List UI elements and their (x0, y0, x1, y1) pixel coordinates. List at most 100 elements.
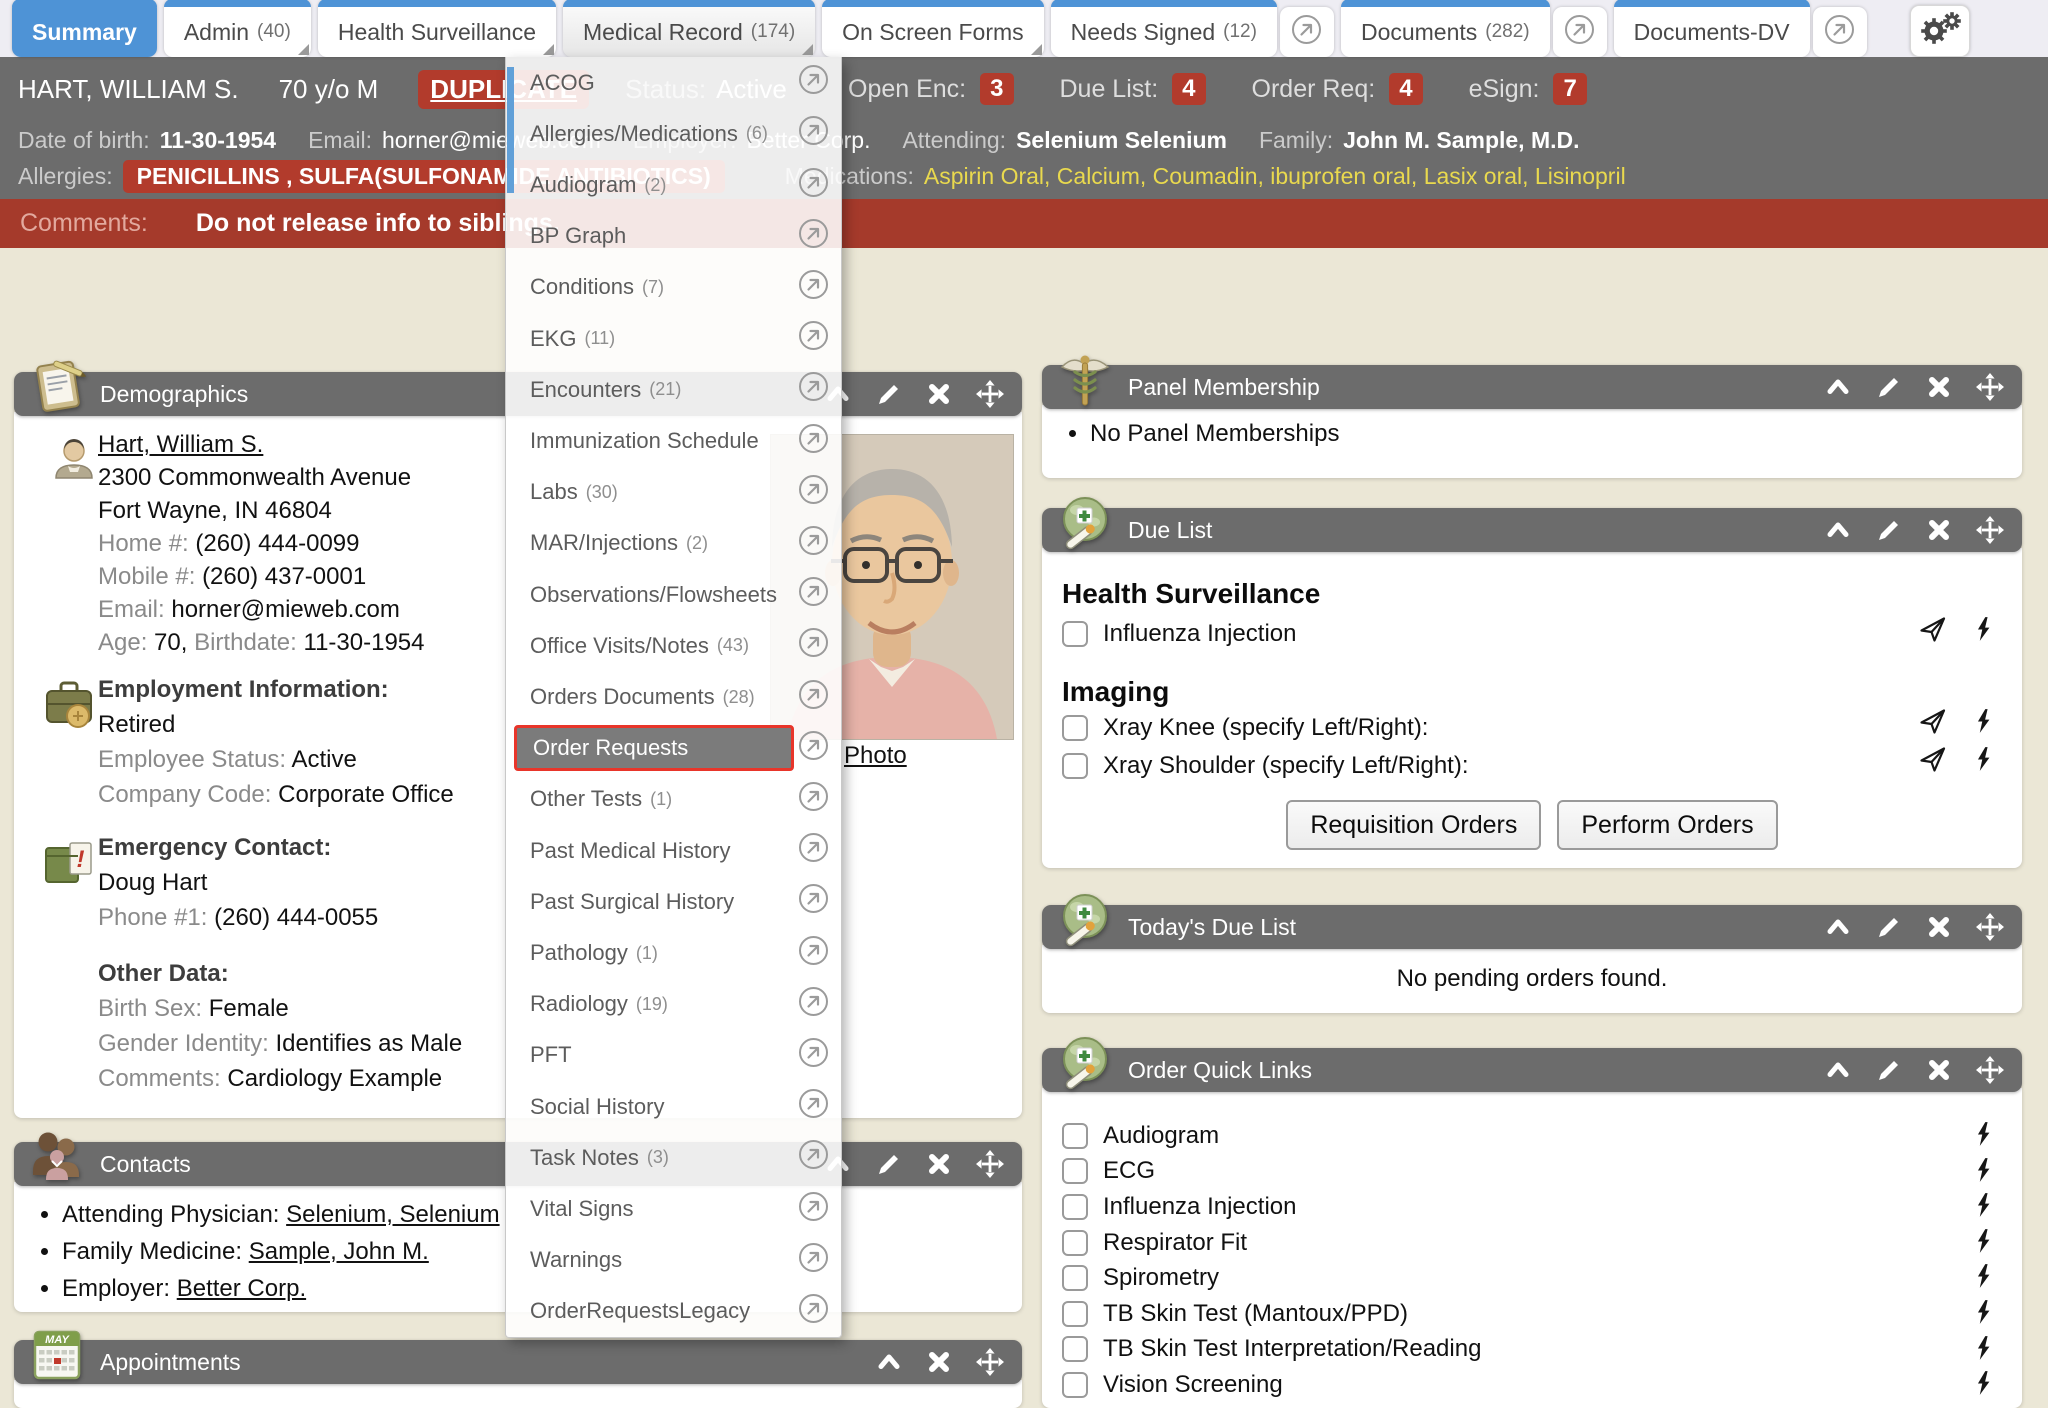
edit-pencil-icon[interactable] (1876, 1057, 1902, 1083)
medications-list[interactable]: Aspirin Oral, Calcium, Coumadin, ibuprof… (924, 163, 1626, 190)
collapse-chevron-up-icon[interactable] (1825, 1057, 1851, 1083)
quick-link-checkbox[interactable] (1062, 1372, 1088, 1398)
menu-item-task-notes[interactable]: Task Notes(3) (506, 1132, 841, 1183)
tab-needs-signed[interactable]: Needs Signed(12) (1051, 0, 1277, 57)
menu-open-in-new-window[interactable] (798, 1088, 829, 1125)
close-x-icon[interactable] (927, 1350, 951, 1374)
tab-admin[interactable]: Admin(40) (164, 0, 311, 57)
menu-open-in-new-window[interactable] (798, 1037, 829, 1074)
quick-order-icon[interactable] (1972, 707, 1994, 740)
open-in-new-window-button[interactable] (1813, 7, 1867, 57)
menu-item-vital-signs[interactable]: Vital Signs (506, 1183, 841, 1234)
menu-item-social-history[interactable]: Social History (506, 1081, 841, 1132)
menu-open-in-new-window[interactable] (798, 371, 829, 408)
tab-summary[interactable]: Summary (12, 0, 157, 57)
tab-documents[interactable]: Documents(282) (1341, 0, 1550, 57)
open-in-new-window-button[interactable] (1280, 7, 1334, 57)
send-order-icon[interactable] (1918, 744, 1948, 779)
menu-item-order-requests[interactable]: Order Requests (506, 723, 841, 774)
menu-item-allergies-medications[interactable]: Allergies/Medications(6) (506, 108, 841, 159)
requisition-orders-button[interactable]: Requisition Orders (1286, 800, 1541, 850)
quick-link-checkbox[interactable] (1062, 1194, 1088, 1220)
quick-link-checkbox[interactable] (1062, 1265, 1088, 1291)
menu-item-encounters[interactable]: Encounters(21) (506, 364, 841, 415)
quick-order-icon[interactable] (1972, 1127, 1994, 1154)
edit-pencil-icon[interactable] (1876, 914, 1902, 940)
close-x-icon[interactable] (1927, 1058, 1951, 1082)
menu-open-in-new-window[interactable] (798, 832, 829, 869)
contact-link[interactable]: Better Corp. (177, 1275, 306, 1302)
quick-order-icon[interactable] (1972, 1305, 1994, 1332)
menu-open-in-new-window[interactable] (798, 627, 829, 664)
menu-item-immunization-schedule[interactable]: Immunization Schedule (506, 415, 841, 466)
menu-item-pathology[interactable]: Pathology(1) (506, 927, 841, 978)
menu-item-orders-documents[interactable]: Orders Documents(28) (506, 671, 841, 722)
contact-link[interactable]: Selenium, Selenium (286, 1201, 499, 1228)
menu-open-in-new-window[interactable] (798, 269, 829, 306)
patient-name-link[interactable]: Hart, William S. (98, 431, 263, 458)
counter-badge[interactable]: 4 (1389, 73, 1422, 105)
menu-item-radiology[interactable]: Radiology(19) (506, 979, 841, 1030)
send-order-icon[interactable] (1918, 706, 1948, 741)
move-arrows-icon[interactable] (976, 1348, 1004, 1376)
quick-order-icon[interactable] (1972, 1198, 1994, 1225)
close-x-icon[interactable] (1927, 375, 1951, 399)
menu-open-in-new-window[interactable] (798, 986, 829, 1023)
menu-open-in-new-window[interactable] (798, 1293, 829, 1330)
quick-order-icon[interactable] (1972, 1376, 1994, 1403)
menu-open-in-new-window[interactable] (798, 1191, 829, 1228)
move-arrows-icon[interactable] (1976, 373, 2004, 401)
counter-badge[interactable]: 7 (1553, 73, 1586, 105)
menu-open-in-new-window[interactable] (798, 474, 829, 511)
menu-open-in-new-window[interactable] (798, 64, 829, 101)
menu-item-past-surgical-history[interactable]: Past Surgical History (506, 876, 841, 927)
xray-shoulder-checkbox[interactable] (1062, 753, 1088, 779)
collapse-chevron-up-icon[interactable] (1825, 374, 1851, 400)
tab-health-surveillance[interactable]: Health Surveillance (318, 0, 556, 57)
move-arrows-icon[interactable] (1976, 516, 2004, 544)
menu-open-in-new-window[interactable] (798, 679, 829, 716)
tab-on-screen-forms[interactable]: On Screen Forms (822, 0, 1044, 57)
quick-order-icon[interactable] (1972, 1163, 1994, 1190)
quick-link-checkbox[interactable] (1062, 1336, 1088, 1362)
quick-link-checkbox[interactable] (1062, 1158, 1088, 1184)
menu-open-in-new-window[interactable] (798, 1139, 829, 1176)
menu-open-in-new-window[interactable] (798, 218, 829, 255)
menu-item-conditions[interactable]: Conditions(7) (506, 262, 841, 313)
menu-item-orderrequestslegacy[interactable]: OrderRequestsLegacy (506, 1286, 841, 1337)
move-arrows-icon[interactable] (1976, 1056, 2004, 1084)
menu-open-in-new-window[interactable] (798, 525, 829, 562)
quick-order-icon[interactable] (1972, 1341, 1994, 1368)
quick-link-checkbox[interactable] (1062, 1230, 1088, 1256)
menu-item-ekg[interactable]: EKG(11) (506, 313, 841, 364)
perform-orders-button[interactable]: Perform Orders (1557, 800, 1777, 850)
photo-link[interactable]: Photo (844, 742, 907, 770)
quick-order-icon[interactable] (1972, 745, 1994, 778)
move-arrows-icon[interactable] (976, 1150, 1004, 1178)
menu-item-bp-graph[interactable]: BP Graph (506, 211, 841, 262)
contact-link[interactable]: Sample, John M. (249, 1238, 429, 1265)
menu-open-in-new-window[interactable] (798, 781, 829, 818)
collapse-chevron-up-icon[interactable] (876, 1349, 902, 1375)
close-x-icon[interactable] (927, 382, 951, 406)
menu-open-in-new-window[interactable] (798, 730, 829, 767)
tab-documents-dv[interactable]: Documents-DV (1614, 0, 1810, 57)
quick-order-icon[interactable] (1972, 1269, 1994, 1296)
menu-item-audiogram[interactable]: Audiogram(2) (506, 159, 841, 210)
move-arrows-icon[interactable] (1976, 913, 2004, 941)
menu-scrollbar-thumb[interactable] (507, 67, 514, 193)
close-x-icon[interactable] (1927, 518, 1951, 542)
menu-item-mar-injections[interactable]: MAR/Injections(2) (506, 518, 841, 569)
edit-pencil-icon[interactable] (1876, 517, 1902, 543)
collapse-chevron-up-icon[interactable] (1825, 914, 1851, 940)
close-x-icon[interactable] (1927, 915, 1951, 939)
xray-knee-checkbox[interactable] (1062, 715, 1088, 741)
influenza-checkbox[interactable] (1062, 621, 1088, 647)
counter-badge[interactable]: 3 (980, 73, 1013, 105)
send-order-icon[interactable] (1918, 614, 1948, 649)
menu-open-in-new-window[interactable] (798, 115, 829, 152)
quick-order-icon[interactable] (1972, 1234, 1994, 1261)
collapse-chevron-up-icon[interactable] (1825, 517, 1851, 543)
menu-open-in-new-window[interactable] (798, 320, 829, 357)
menu-item-acog[interactable]: ACOG (506, 57, 841, 108)
